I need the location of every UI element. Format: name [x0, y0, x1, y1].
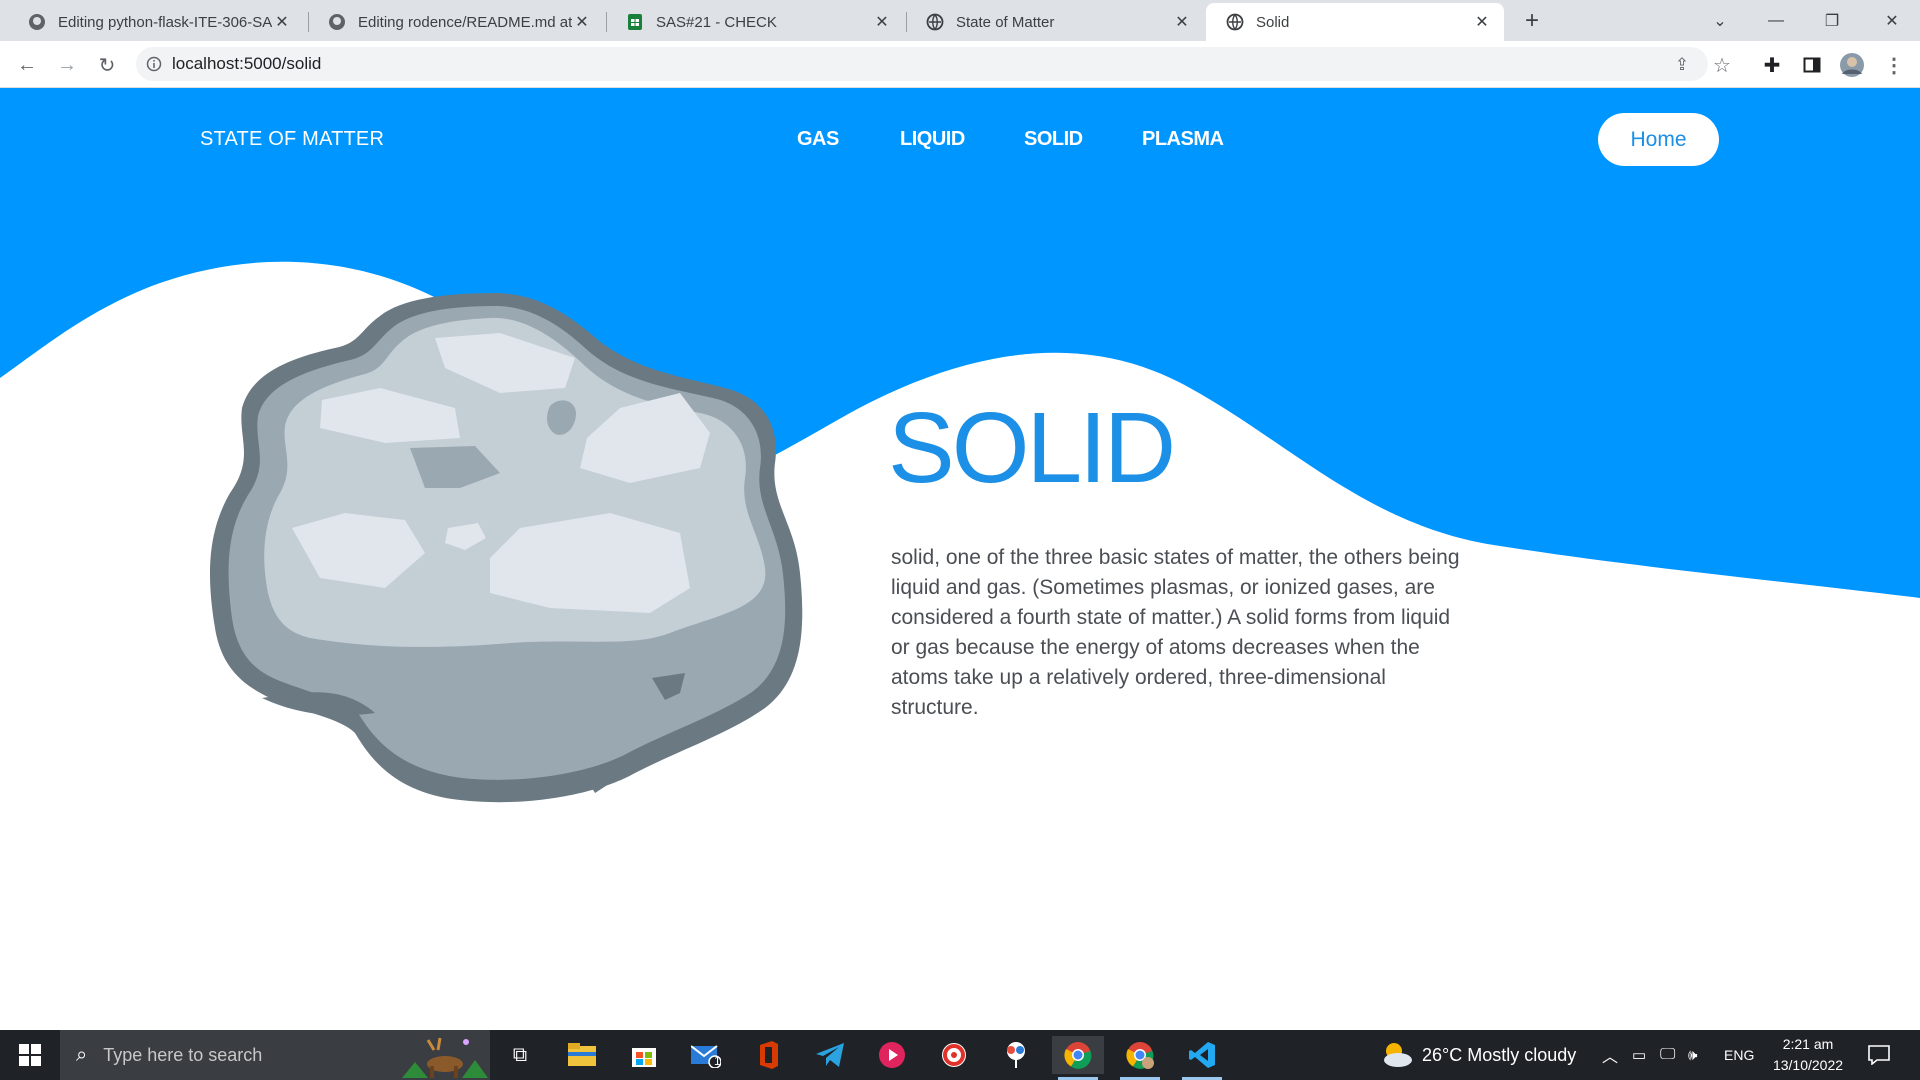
show-hidden-icons-chevron-icon[interactable]: ︿	[1602, 1030, 1618, 1080]
tab-title: Solid	[1256, 13, 1290, 31]
weather-text: 26°C Mostly cloudy	[1422, 1044, 1577, 1065]
clock[interactable]: 2:21 am 13/10/2022	[1768, 1030, 1848, 1080]
globe-icon	[926, 13, 944, 31]
browser-toolbar: ← → ↻ localhost:5000/solid ⇪ ☆ ✚ ⋮	[0, 41, 1920, 88]
profile-avatar[interactable]	[1838, 51, 1866, 79]
close-tab-icon[interactable]: ✕	[1172, 12, 1192, 32]
forward-icon[interactable]: →	[53, 51, 81, 79]
tab-search-chevron-icon[interactable]: ⌄	[1692, 0, 1748, 41]
close-window-button[interactable]: ✕	[1864, 0, 1920, 41]
share-icon[interactable]: ⇪	[1668, 51, 1696, 79]
tab-title: Editing rodence/README.md at main	[358, 13, 572, 31]
mail-icon[interactable]: 1	[680, 1036, 732, 1074]
language-indicator[interactable]: ENG	[1724, 1030, 1754, 1080]
bookmark-star-icon[interactable]: ☆	[1708, 51, 1736, 79]
taskbar-search-box[interactable]: ⌕ Type here to search	[60, 1030, 490, 1080]
cloudy-moon-icon	[1384, 1043, 1412, 1067]
tab-strip: Editing python-flask-ITE-306-SAS ✕ Editi…	[0, 0, 1920, 41]
search-placeholder: Type here to search	[103, 1044, 263, 1065]
notifications-icon[interactable]	[1868, 1030, 1890, 1080]
app-red-swirl-icon[interactable]	[928, 1036, 980, 1074]
battery-icon[interactable]: ▭	[1632, 1030, 1646, 1080]
close-tab-icon[interactable]: ✕	[572, 12, 592, 32]
vscode-icon[interactable]	[1176, 1036, 1228, 1080]
clock-time: 2:21 am	[1782, 1036, 1834, 1052]
chrome-profile-icon[interactable]	[1114, 1036, 1166, 1080]
search-highlight-illustration	[402, 1037, 488, 1078]
snip-tool-icon[interactable]	[990, 1036, 1042, 1074]
windows-start-icon[interactable]	[0, 1030, 60, 1080]
tab-4[interactable]: State of Matter ✕	[906, 3, 1204, 41]
nav-link-plasma[interactable]: PLASMA	[1142, 128, 1224, 151]
globe-icon	[1226, 13, 1244, 31]
description-text: solid, one of the three basic states of …	[891, 546, 1460, 719]
nav-link-solid[interactable]: SOLID	[1024, 128, 1083, 151]
site-info-icon[interactable]	[136, 56, 172, 72]
tab-3[interactable]: SAS#21 - CHECK ✕	[606, 3, 904, 41]
github-icon	[29, 14, 45, 30]
back-icon[interactable]: ←	[13, 51, 41, 79]
clock-date: 13/10/2022	[1772, 1057, 1844, 1073]
task-view-icon[interactable]: ⧉	[494, 1036, 546, 1074]
url-text: localhost:5000/solid	[172, 54, 322, 73]
reload-icon[interactable]: ↻	[93, 51, 121, 79]
microsoft-store-icon[interactable]	[618, 1036, 670, 1074]
home-button[interactable]: Home	[1598, 113, 1719, 166]
github-icon	[329, 14, 345, 30]
windows-taskbar: ⌕ Type here to search ⧉ 1 26°C Mostly cl…	[0, 1030, 1920, 1080]
tab-2[interactable]: Editing rodence/README.md at main ✕	[308, 3, 604, 41]
rock-illustration	[210, 293, 803, 803]
tab-title: SAS#21 - CHECK	[656, 13, 777, 31]
page-content: STATE OF MATTER GAS LIQUID SOLID PLASMA …	[0, 88, 1920, 1030]
tab-1[interactable]: Editing python-flask-ITE-306-SAS ✕	[8, 3, 304, 41]
nav-link-gas[interactable]: GAS	[797, 128, 839, 151]
site-brand[interactable]: STATE OF MATTER	[200, 128, 384, 151]
tab-title: Editing python-flask-ITE-306-SAS	[58, 13, 272, 31]
tab-title: State of Matter	[956, 13, 1055, 31]
new-tab-button[interactable]: +	[1504, 0, 1560, 41]
telegram-icon[interactable]	[804, 1036, 856, 1074]
search-icon: ⌕	[76, 1043, 88, 1066]
close-tab-icon[interactable]: ✕	[872, 12, 892, 32]
close-tab-icon[interactable]: ✕	[272, 12, 292, 32]
volume-icon[interactable]: 🕪	[1688, 1030, 1697, 1080]
minimize-button[interactable]: —	[1748, 0, 1804, 41]
menu-kebab-icon[interactable]: ⋮	[1880, 51, 1908, 79]
nav-link-liquid[interactable]: LIQUID	[900, 128, 965, 151]
extensions-icon[interactable]: ✚	[1758, 51, 1786, 79]
tab-5-active[interactable]: Solid ✕	[1206, 3, 1504, 41]
network-icon[interactable]: 🖵	[1660, 1030, 1675, 1080]
side-panel-icon[interactable]	[1798, 51, 1826, 79]
sheets-icon	[628, 14, 642, 30]
media-player-icon[interactable]	[866, 1036, 918, 1074]
chrome-icon[interactable]	[1052, 1036, 1104, 1080]
site-navbar: STATE OF MATTER GAS LIQUID SOLID PLASMA …	[0, 88, 1920, 188]
address-bar[interactable]: localhost:5000/solid	[136, 47, 1708, 81]
page-title: SOLID	[888, 392, 1176, 504]
close-tab-icon[interactable]: ✕	[1472, 12, 1492, 32]
restore-button[interactable]: ❐	[1804, 0, 1860, 41]
file-explorer-icon[interactable]	[556, 1036, 608, 1074]
mail-badge: 1	[714, 1054, 721, 1068]
office-icon[interactable]	[742, 1036, 794, 1074]
weather-widget[interactable]: 26°C Mostly cloudy	[1380, 1030, 1576, 1080]
